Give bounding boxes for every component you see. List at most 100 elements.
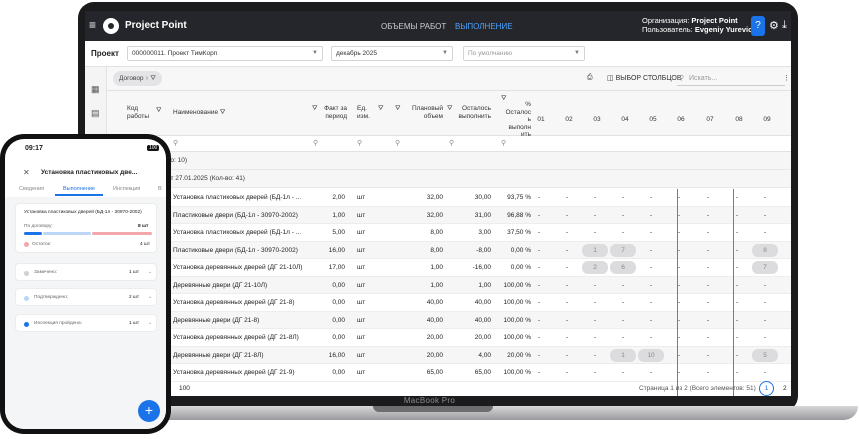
day-value[interactable]: - [650,299,652,306]
search-icon[interactable]: ⚲ [173,139,178,147]
day-value[interactable]: - [736,317,738,324]
col-day[interactable]: 05 [647,116,659,124]
day-value[interactable]: - [678,212,680,219]
day-value-pill[interactable]: 1 [582,243,608,257]
day-value[interactable]: - [707,212,709,219]
day-value[interactable]: - [764,334,766,341]
day-value[interactable]: - [707,369,709,376]
nav-volumes[interactable]: ОБЪЕМЫ РАБОТ [381,22,446,31]
day-value-pill[interactable]: 1 [610,348,636,362]
day-value[interactable]: - [707,282,709,289]
table-row[interactable]: Деревянные двери (ДГ 21-8Л) 16,00 шт 20,00 4… [107,346,791,364]
day-value[interactable]: - [538,264,540,271]
col-day[interactable]: 06 [675,116,687,124]
day-value[interactable]: - [566,247,568,254]
day-value[interactable]: - [650,247,652,254]
day-value[interactable]: - [566,352,568,359]
day-value[interactable]: - [566,212,568,219]
day-value[interactable]: - [538,282,540,289]
col-plan[interactable]: Плановый объем [403,105,443,120]
col-code[interactable]: Код работы [127,105,149,120]
day-value[interactable]: - [707,247,709,254]
add-button[interactable]: + [138,400,160,422]
day-value[interactable]: - [566,282,568,289]
search-icon[interactable]: ⚲ [501,139,506,147]
col-pct[interactable]: % Осталос ь выполн ить [497,101,531,139]
day-value[interactable]: - [764,229,766,236]
day-value[interactable]: - [707,334,709,341]
mobile-status-confirmed[interactable]: Подтверждено: 2 шт ⌄ [15,288,157,306]
day-value[interactable]: - [678,264,680,271]
day-value[interactable]: - [622,369,624,376]
day-value[interactable]: - [594,282,596,289]
day-value[interactable]: - [622,212,624,219]
mobile-status-inspected[interactable]: Инспекция пройдена: 1 шт ⌄ [15,314,157,332]
export-icon[interactable]: ⎙ [587,74,593,82]
day-value-pill[interactable]: 2 [582,261,608,274]
document-icon[interactable]: ▤ [91,108,100,119]
col-day[interactable]: 07 [704,116,716,124]
day-value[interactable]: - [678,282,680,289]
day-value[interactable]: - [622,317,624,324]
mobile-item-card[interactable]: Установка пластиковых дверей (БД-1л - 30… [15,203,157,253]
day-value[interactable]: - [678,194,680,201]
filter-icon[interactable]: ⛛ [312,105,317,113]
menu-icon[interactable]: ≡ [89,18,96,32]
day-value-pill[interactable]: 8 [752,243,778,257]
mobile-status-noticed[interactable]: Замечено: 1 шт ⌄ [15,263,157,281]
search-icon[interactable]: ⚲ [449,139,454,147]
day-value[interactable]: - [678,229,680,236]
day-value[interactable]: - [650,212,652,219]
day-value[interactable]: - [736,247,738,254]
day-value[interactable]: - [707,317,709,324]
group-row[interactable]: во: 10) [107,152,791,170]
day-value[interactable]: - [566,299,568,306]
search-input[interactable]: ⚲ Искать... [677,72,785,86]
close-icon[interactable]: ✕ [23,168,30,177]
day-value[interactable]: - [566,369,568,376]
nav-execution[interactable]: ВЫПОЛНЕНИЕ [455,22,513,31]
day-value[interactable]: - [707,229,709,236]
day-value[interactable]: - [764,369,766,376]
col-name[interactable]: Наименование ⛛ [173,109,225,117]
table-row[interactable]: Установка деревянных дверей (ДГ 21-8Л) 0,… [107,329,791,347]
day-value[interactable]: - [650,194,652,201]
day-value[interactable]: - [736,229,738,236]
day-value[interactable]: - [538,352,540,359]
day-value[interactable]: - [764,317,766,324]
day-value[interactable]: - [678,299,680,306]
day-value[interactable]: - [622,229,624,236]
day-value[interactable]: - [538,317,540,324]
table-row[interactable]: Пластиковые двери (БД-1л - 30970-2002) 16… [107,241,791,259]
day-value[interactable]: - [707,264,709,271]
col-day[interactable]: 01 [535,116,547,124]
mobile-tab-more[interactable]: В [158,186,162,192]
day-value[interactable]: - [736,212,738,219]
group-row[interactable]: от 27.01.2025 (Кол-во: 41) [107,170,791,188]
filter-icon[interactable]: ⛛ [395,105,400,113]
day-value[interactable]: - [650,264,652,271]
day-value[interactable]: - [594,194,596,201]
more-icon[interactable]: ⋮ [783,74,790,82]
day-value[interactable]: - [538,299,540,306]
help-icon[interactable]: ? [751,16,765,36]
col-day[interactable]: 09 [761,116,773,124]
day-value[interactable]: - [594,352,596,359]
col-remain[interactable]: Осталось выполнить [449,105,492,120]
table-row[interactable]: Пластиковые двери (БД-1л - 30970-2002) 1,… [107,206,791,224]
day-value[interactable]: - [736,299,738,306]
gear-icon[interactable]: ⚙ [769,19,779,32]
col-day[interactable]: 04 [619,116,631,124]
period-select[interactable]: декабрь 2025 ▼ [331,46,453,61]
col-day[interactable]: 08 [733,116,745,124]
search-icon[interactable]: ⚲ [313,139,318,147]
page-2-button[interactable]: 2 [783,385,787,392]
day-value[interactable]: - [566,194,568,201]
columns-button[interactable]: ◫ ВЫБОР СТОЛБЦОВ [607,74,682,82]
day-value[interactable]: - [538,194,540,201]
day-value[interactable]: - [650,282,652,289]
day-value[interactable]: - [594,317,596,324]
col-unit[interactable]: Ед. изм. [357,105,370,120]
day-value[interactable]: - [566,317,568,324]
day-value[interactable]: - [650,317,652,324]
